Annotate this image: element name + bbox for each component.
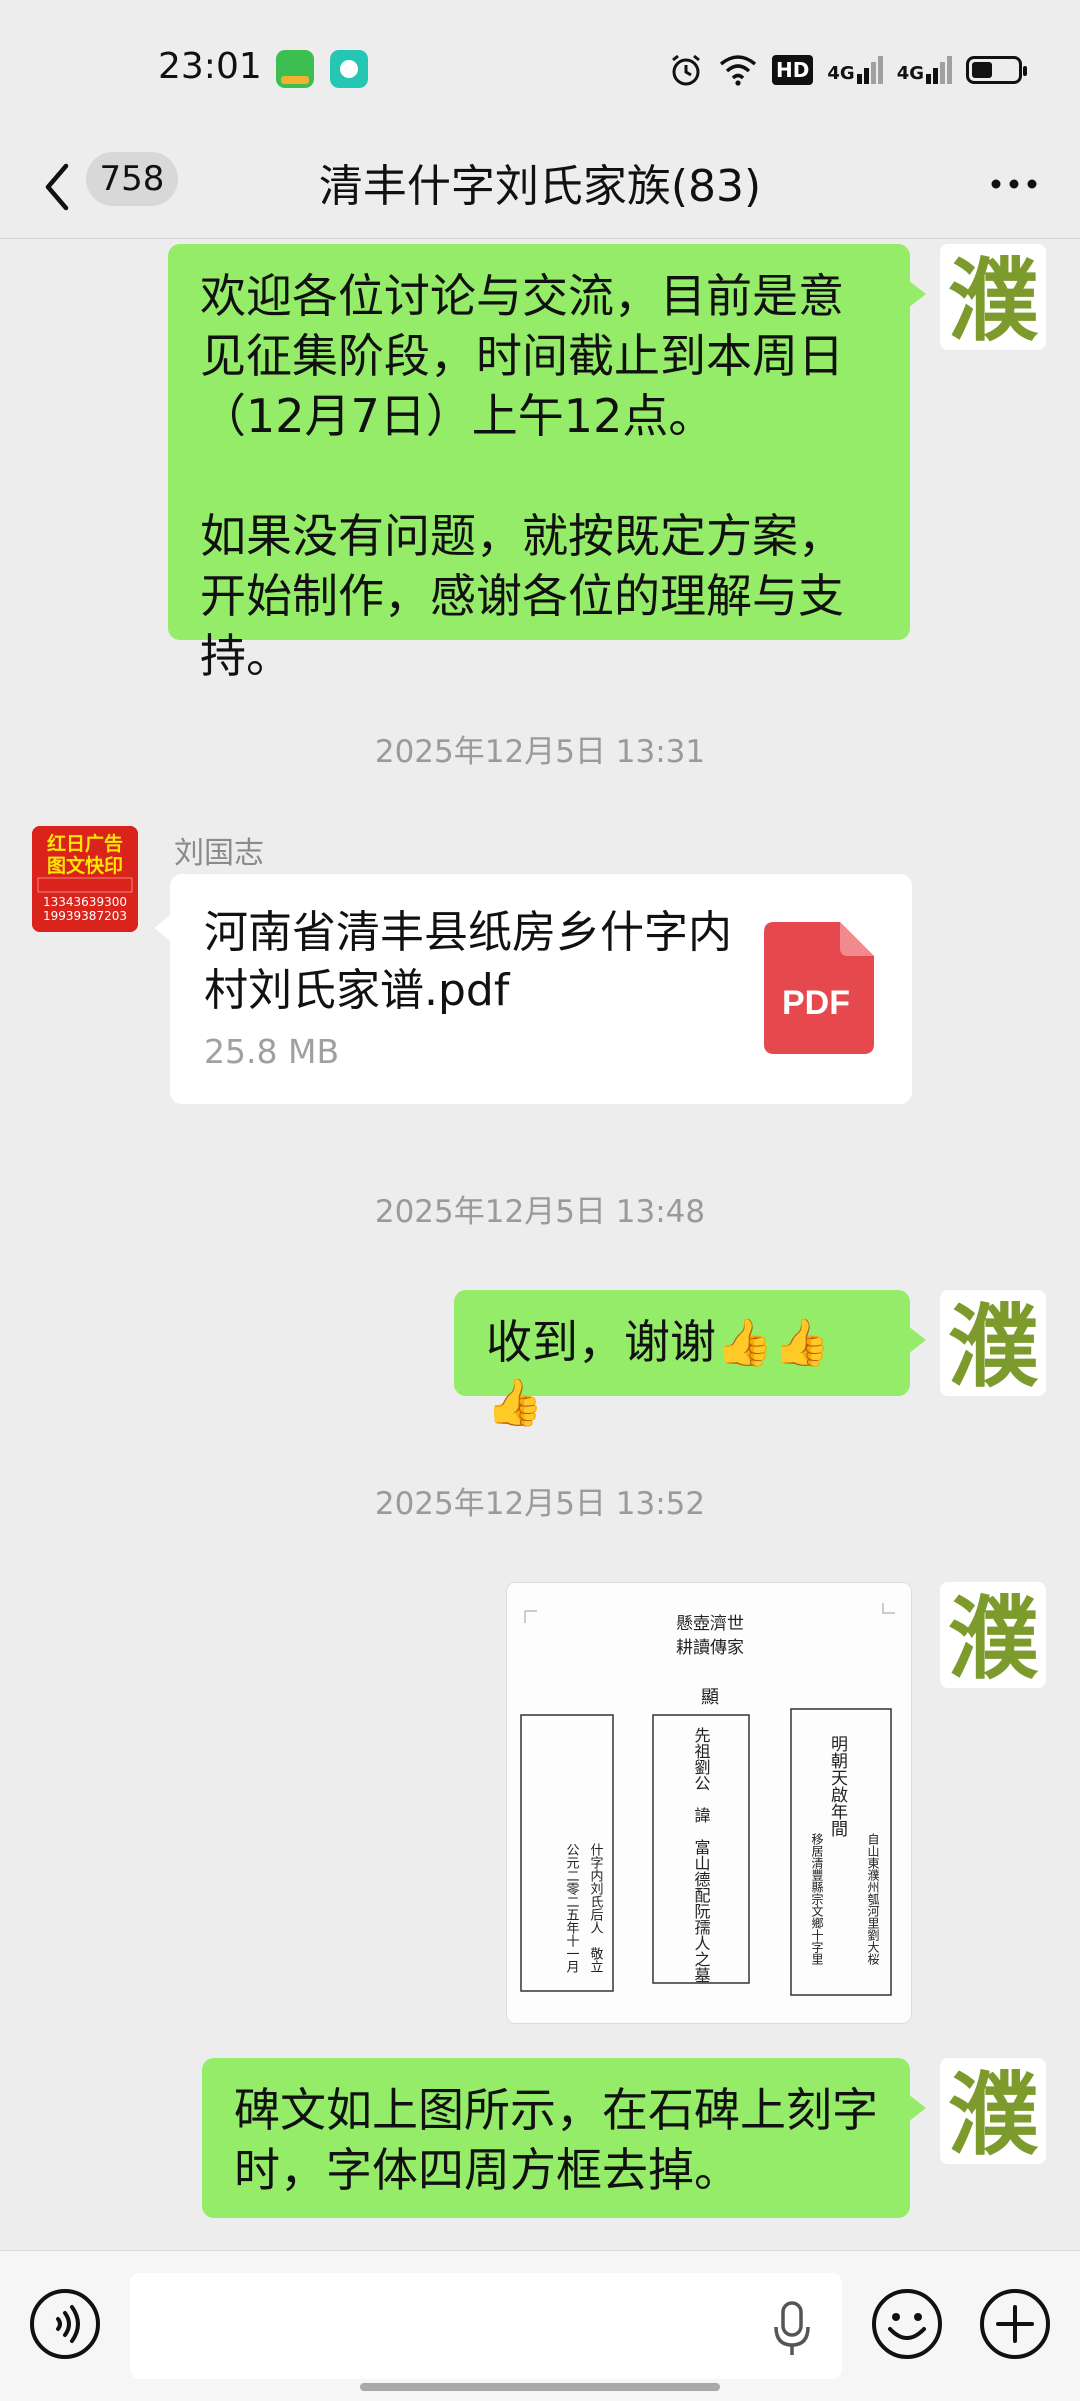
avatar-logo: 濮	[948, 248, 1039, 350]
signal-icon: 4G	[827, 56, 883, 84]
tablet-left-col: 什字内刘氏后人 敬立	[588, 1843, 604, 1973]
avatar[interactable]: 濮	[940, 1290, 1046, 1396]
network-label-2: 4G	[896, 63, 924, 84]
tablet-center-col: 先祖劉公 諱 富山德配阮孺人之墓	[692, 1727, 711, 1983]
message-text: 如果没有问题，就按既定方案，开始制作，感谢各位的理解与支持。	[200, 509, 844, 683]
signal-icon-2: 4G	[897, 56, 952, 84]
pdf-icon-label: PDF	[782, 984, 850, 1022]
avatar-phone1: 13343639300	[43, 895, 127, 909]
image-message[interactable]: 懸壺濟世 耕讀傳家 顯 什字内刘氏后人 敬立 公元二零二五年十一月 先祖劉公 諱…	[506, 1582, 912, 2024]
tablet-top-line2: 耕讀傳家	[676, 1638, 744, 1658]
app-notification-icon-2	[330, 50, 368, 88]
tablet-right-col1: 明朝天啟年間	[827, 1735, 848, 1838]
file-size: 25.8 MB	[204, 1032, 340, 1071]
avatar-logo: 红日广告 图文快印 13343639300 19939387203	[32, 826, 138, 932]
tablet-top-line1: 懸壺濟世	[676, 1614, 744, 1634]
avatar-text-line2: 图文快印	[47, 854, 123, 877]
network-label: 4G	[827, 63, 855, 84]
status-icons: HD 4G 4G	[668, 48, 1027, 92]
message-bubble-outgoing[interactable]: 欢迎各位讨论与交流，目前是意见征集阶段，时间截止到本周日（12月7日）上午12点…	[168, 244, 926, 683]
hd-badge: HD	[772, 55, 814, 85]
avatar[interactable]: 濮	[940, 1582, 1046, 1688]
pdf-icon: PDF	[764, 922, 874, 1054]
avatar[interactable]: 濮	[940, 2058, 1046, 2164]
tablet-right-col2: 自山東濮州瓠河里劉大桜	[866, 1833, 880, 1966]
message-text: 收到，谢谢👍👍👍	[486, 1315, 831, 1429]
alarm-icon	[672, 54, 700, 86]
message-bubble-outgoing[interactable]: 收到，谢谢👍👍👍	[454, 1290, 926, 1429]
avatar-text-line1: 红日广告	[47, 832, 123, 855]
plus-icon[interactable]	[978, 2287, 1052, 2361]
chat-header: 758 清丰什字刘氏家族(83)	[0, 140, 1080, 240]
file-message[interactable]: 河南省清丰县纸房乡什字内村刘氏家谱.pdf 25.8 MB PDF	[154, 874, 912, 1104]
avatar-logo: 濮	[948, 1586, 1039, 1688]
mic-icon[interactable]	[770, 2299, 814, 2359]
avatar-phone2: 19939387203	[43, 909, 127, 923]
message-input[interactable]	[130, 2273, 842, 2379]
sender-name: 刘国志	[174, 836, 264, 871]
avatar-logo: 濮	[948, 2062, 1039, 2164]
chat-title: 清丰什字刘氏家族(83)	[318, 161, 762, 212]
battery-icon	[966, 56, 1027, 84]
header-divider	[0, 238, 1080, 239]
more-icon[interactable]	[984, 164, 1044, 204]
avatar-char: 濮	[948, 1586, 1039, 1688]
timestamp: 2025年12月5日 13:31	[374, 734, 706, 770]
tablet-left-col2: 公元二零二五年十一月	[564, 1843, 580, 1974]
avatar-char: 濮	[948, 248, 1039, 350]
file-name: 河南省清丰县纸房乡什字内村刘氏家谱.pdf	[204, 907, 732, 1016]
timestamp: 2025年12月5日 13:48	[374, 1194, 706, 1230]
input-bar	[0, 2250, 1080, 2401]
tablet-header: 顯	[701, 1687, 719, 1708]
avatar-char: 濮	[948, 2062, 1039, 2164]
status-time: 23:01	[158, 46, 262, 87]
tablet-right-col3: 移居清豐縣宗文鄉十字里	[810, 1833, 824, 1965]
status-bar: 23:01 HD 4G 4G	[0, 0, 1080, 140]
message-bubble-outgoing[interactable]: 碑文如上图所示，在石碑上刻字时，字体四周方框去掉。	[202, 2058, 926, 2218]
timestamp: 2025年12月5日 13:52	[374, 1486, 706, 1522]
voice-icon[interactable]	[28, 2287, 102, 2361]
tombstone-image: 懸壺濟世 耕讀傳家 顯 什字内刘氏后人 敬立 公元二零二五年十一月 先祖劉公 諱…	[507, 1583, 911, 2023]
avatar-logo: 濮	[948, 1294, 1039, 1396]
message-text: 欢迎各位讨论与交流，目前是意见征集阶段，时间截止到本周日（12月7日）上午12点…	[200, 269, 844, 443]
home-indicator[interactable]	[360, 2383, 720, 2391]
avatar[interactable]: 濮	[940, 244, 1046, 350]
avatar-sender[interactable]: 红日广告 图文快印 13343639300 19939387203	[32, 826, 138, 932]
message-text: 碑文如上图所示，在石碑上刻字时，字体四周方框去掉。	[234, 2083, 878, 2197]
avatar-char: 濮	[948, 1294, 1039, 1396]
wifi-icon	[719, 55, 757, 86]
app-notification-icon	[276, 50, 314, 88]
emoji-icon[interactable]	[870, 2287, 944, 2361]
